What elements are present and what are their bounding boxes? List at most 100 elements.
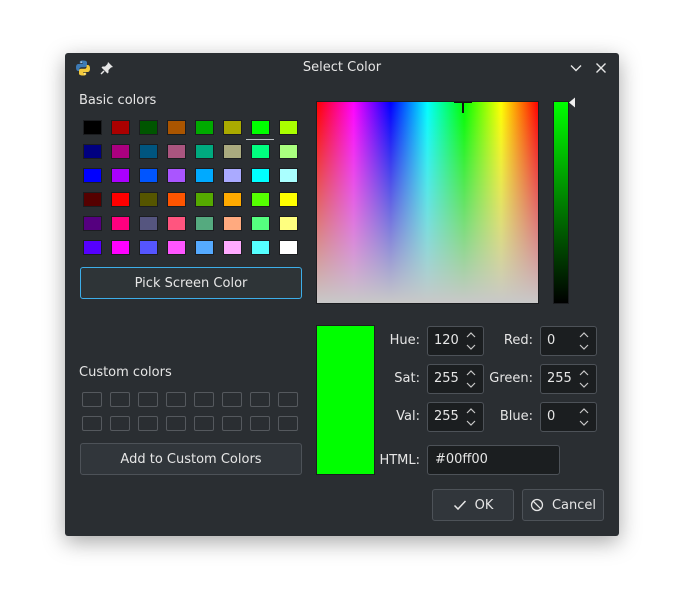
custom-color-slot[interactable]: [222, 416, 242, 431]
basic-color-swatch[interactable]: [223, 168, 242, 183]
sat-value: 255: [434, 371, 459, 386]
basic-color-swatch[interactable]: [83, 168, 102, 183]
custom-color-slot[interactable]: [250, 392, 270, 407]
basic-color-swatch[interactable]: [279, 216, 298, 231]
basic-color-swatch[interactable]: [139, 240, 158, 255]
value-slider-marker-icon[interactable]: [568, 97, 576, 108]
blue-spinbox[interactable]: 0: [540, 402, 597, 432]
close-icon[interactable]: [593, 60, 609, 76]
basic-color-swatch[interactable]: [167, 168, 186, 183]
basic-color-swatch[interactable]: [195, 168, 214, 183]
basic-color-swatch[interactable]: [83, 192, 102, 207]
basic-color-swatch[interactable]: [167, 120, 186, 135]
basic-color-swatch[interactable]: [111, 144, 130, 159]
hue-value: 120: [434, 333, 459, 348]
ok-button[interactable]: OK: [432, 489, 514, 521]
basic-color-swatch[interactable]: [83, 216, 102, 231]
basic-color-swatch[interactable]: [139, 216, 158, 231]
basic-color-swatch[interactable]: [167, 240, 186, 255]
custom-color-slot[interactable]: [222, 392, 242, 407]
basic-color-swatch[interactable]: [139, 192, 158, 207]
custom-color-slot[interactable]: [110, 416, 130, 431]
basic-color-swatch[interactable]: [111, 168, 130, 183]
basic-color-swatch[interactable]: [251, 192, 270, 207]
cancel-icon: [530, 498, 544, 512]
custom-color-slot[interactable]: [278, 416, 298, 431]
basic-color-swatch[interactable]: [139, 168, 158, 183]
custom-colors-label: Custom colors: [79, 365, 172, 380]
spin-arrows-icon[interactable]: [578, 330, 590, 352]
basic-colors-label: Basic colors: [79, 93, 157, 108]
basic-color-swatch[interactable]: [279, 192, 298, 207]
basic-color-swatch[interactable]: [279, 144, 298, 159]
html-color-input[interactable]: #00ff00: [427, 445, 560, 475]
custom-color-slot[interactable]: [110, 392, 130, 407]
spin-arrows-icon[interactable]: [578, 368, 590, 390]
basic-color-swatch[interactable]: [111, 240, 130, 255]
basic-color-swatch[interactable]: [195, 120, 214, 135]
basic-color-swatch[interactable]: [195, 216, 214, 231]
basic-color-swatch[interactable]: [139, 144, 158, 159]
red-spinbox[interactable]: 0: [540, 326, 597, 356]
basic-color-swatch[interactable]: [167, 144, 186, 159]
custom-color-slot[interactable]: [250, 416, 270, 431]
basic-color-swatch[interactable]: [223, 216, 242, 231]
basic-color-swatch[interactable]: [111, 216, 130, 231]
custom-color-slot[interactable]: [82, 416, 102, 431]
pick-screen-color-button[interactable]: Pick Screen Color: [80, 267, 302, 299]
val-value: 255: [434, 409, 459, 424]
basic-color-swatch[interactable]: [251, 240, 270, 255]
basic-color-swatch[interactable]: [223, 120, 242, 135]
custom-color-slot[interactable]: [138, 416, 158, 431]
basic-color-swatch[interactable]: [167, 216, 186, 231]
basic-color-swatch[interactable]: [83, 120, 102, 135]
basic-color-swatch[interactable]: [251, 144, 270, 159]
basic-color-swatch[interactable]: [251, 216, 270, 231]
basic-color-swatch[interactable]: [167, 192, 186, 207]
basic-color-swatch[interactable]: [279, 120, 298, 135]
basic-color-swatch[interactable]: [83, 240, 102, 255]
hue-label: Hue:: [389, 333, 420, 348]
crosshair-icon: [454, 102, 472, 113]
html-label: HTML:: [379, 453, 420, 468]
value-slider[interactable]: [553, 101, 569, 304]
cancel-label: Cancel: [551, 497, 597, 513]
green-spinbox[interactable]: 255: [540, 364, 597, 394]
checkmark-icon: [453, 500, 466, 511]
basic-color-swatch[interactable]: [223, 192, 242, 207]
basic-color-swatch[interactable]: [111, 192, 130, 207]
basic-color-swatch[interactable]: [139, 120, 158, 135]
pick-screen-color-label: Pick Screen Color: [134, 275, 248, 291]
basic-color-swatch[interactable]: [251, 168, 270, 183]
basic-color-swatch[interactable]: [195, 240, 214, 255]
green-label: Green:: [489, 371, 533, 386]
basic-color-swatch[interactable]: [195, 192, 214, 207]
blue-value: 0: [547, 409, 556, 424]
basic-color-swatch[interactable]: [279, 240, 298, 255]
custom-color-slot[interactable]: [166, 392, 186, 407]
spin-arrows-icon[interactable]: [578, 406, 590, 428]
custom-color-slot[interactable]: [166, 416, 186, 431]
basic-color-swatch[interactable]: [83, 144, 102, 159]
sat-label: Sat:: [394, 371, 420, 386]
custom-color-slot[interactable]: [278, 392, 298, 407]
basic-color-swatch[interactable]: [223, 240, 242, 255]
title-bar: Select Color: [65, 53, 619, 83]
basic-color-swatch[interactable]: [279, 168, 298, 183]
blue-label: Blue:: [499, 409, 533, 424]
hue-saturation-picker[interactable]: [316, 101, 539, 304]
red-value: 0: [547, 333, 556, 348]
select-color-dialog: Select Color Basic colors Pick Screen Co…: [65, 53, 619, 536]
custom-color-slot[interactable]: [194, 392, 214, 407]
cancel-button[interactable]: Cancel: [522, 489, 604, 521]
basic-color-swatch[interactable]: [195, 144, 214, 159]
window-title: Select Color: [302, 60, 382, 75]
custom-color-slot[interactable]: [138, 392, 158, 407]
add-to-custom-colors-button[interactable]: Add to Custom Colors: [80, 443, 302, 475]
basic-color-swatch[interactable]: [111, 120, 130, 135]
basic-color-swatch[interactable]: [223, 144, 242, 159]
custom-color-slot[interactable]: [82, 392, 102, 407]
chevron-down-icon[interactable]: [568, 60, 584, 76]
basic-color-swatch[interactable]: [251, 120, 270, 135]
custom-color-slot[interactable]: [194, 416, 214, 431]
